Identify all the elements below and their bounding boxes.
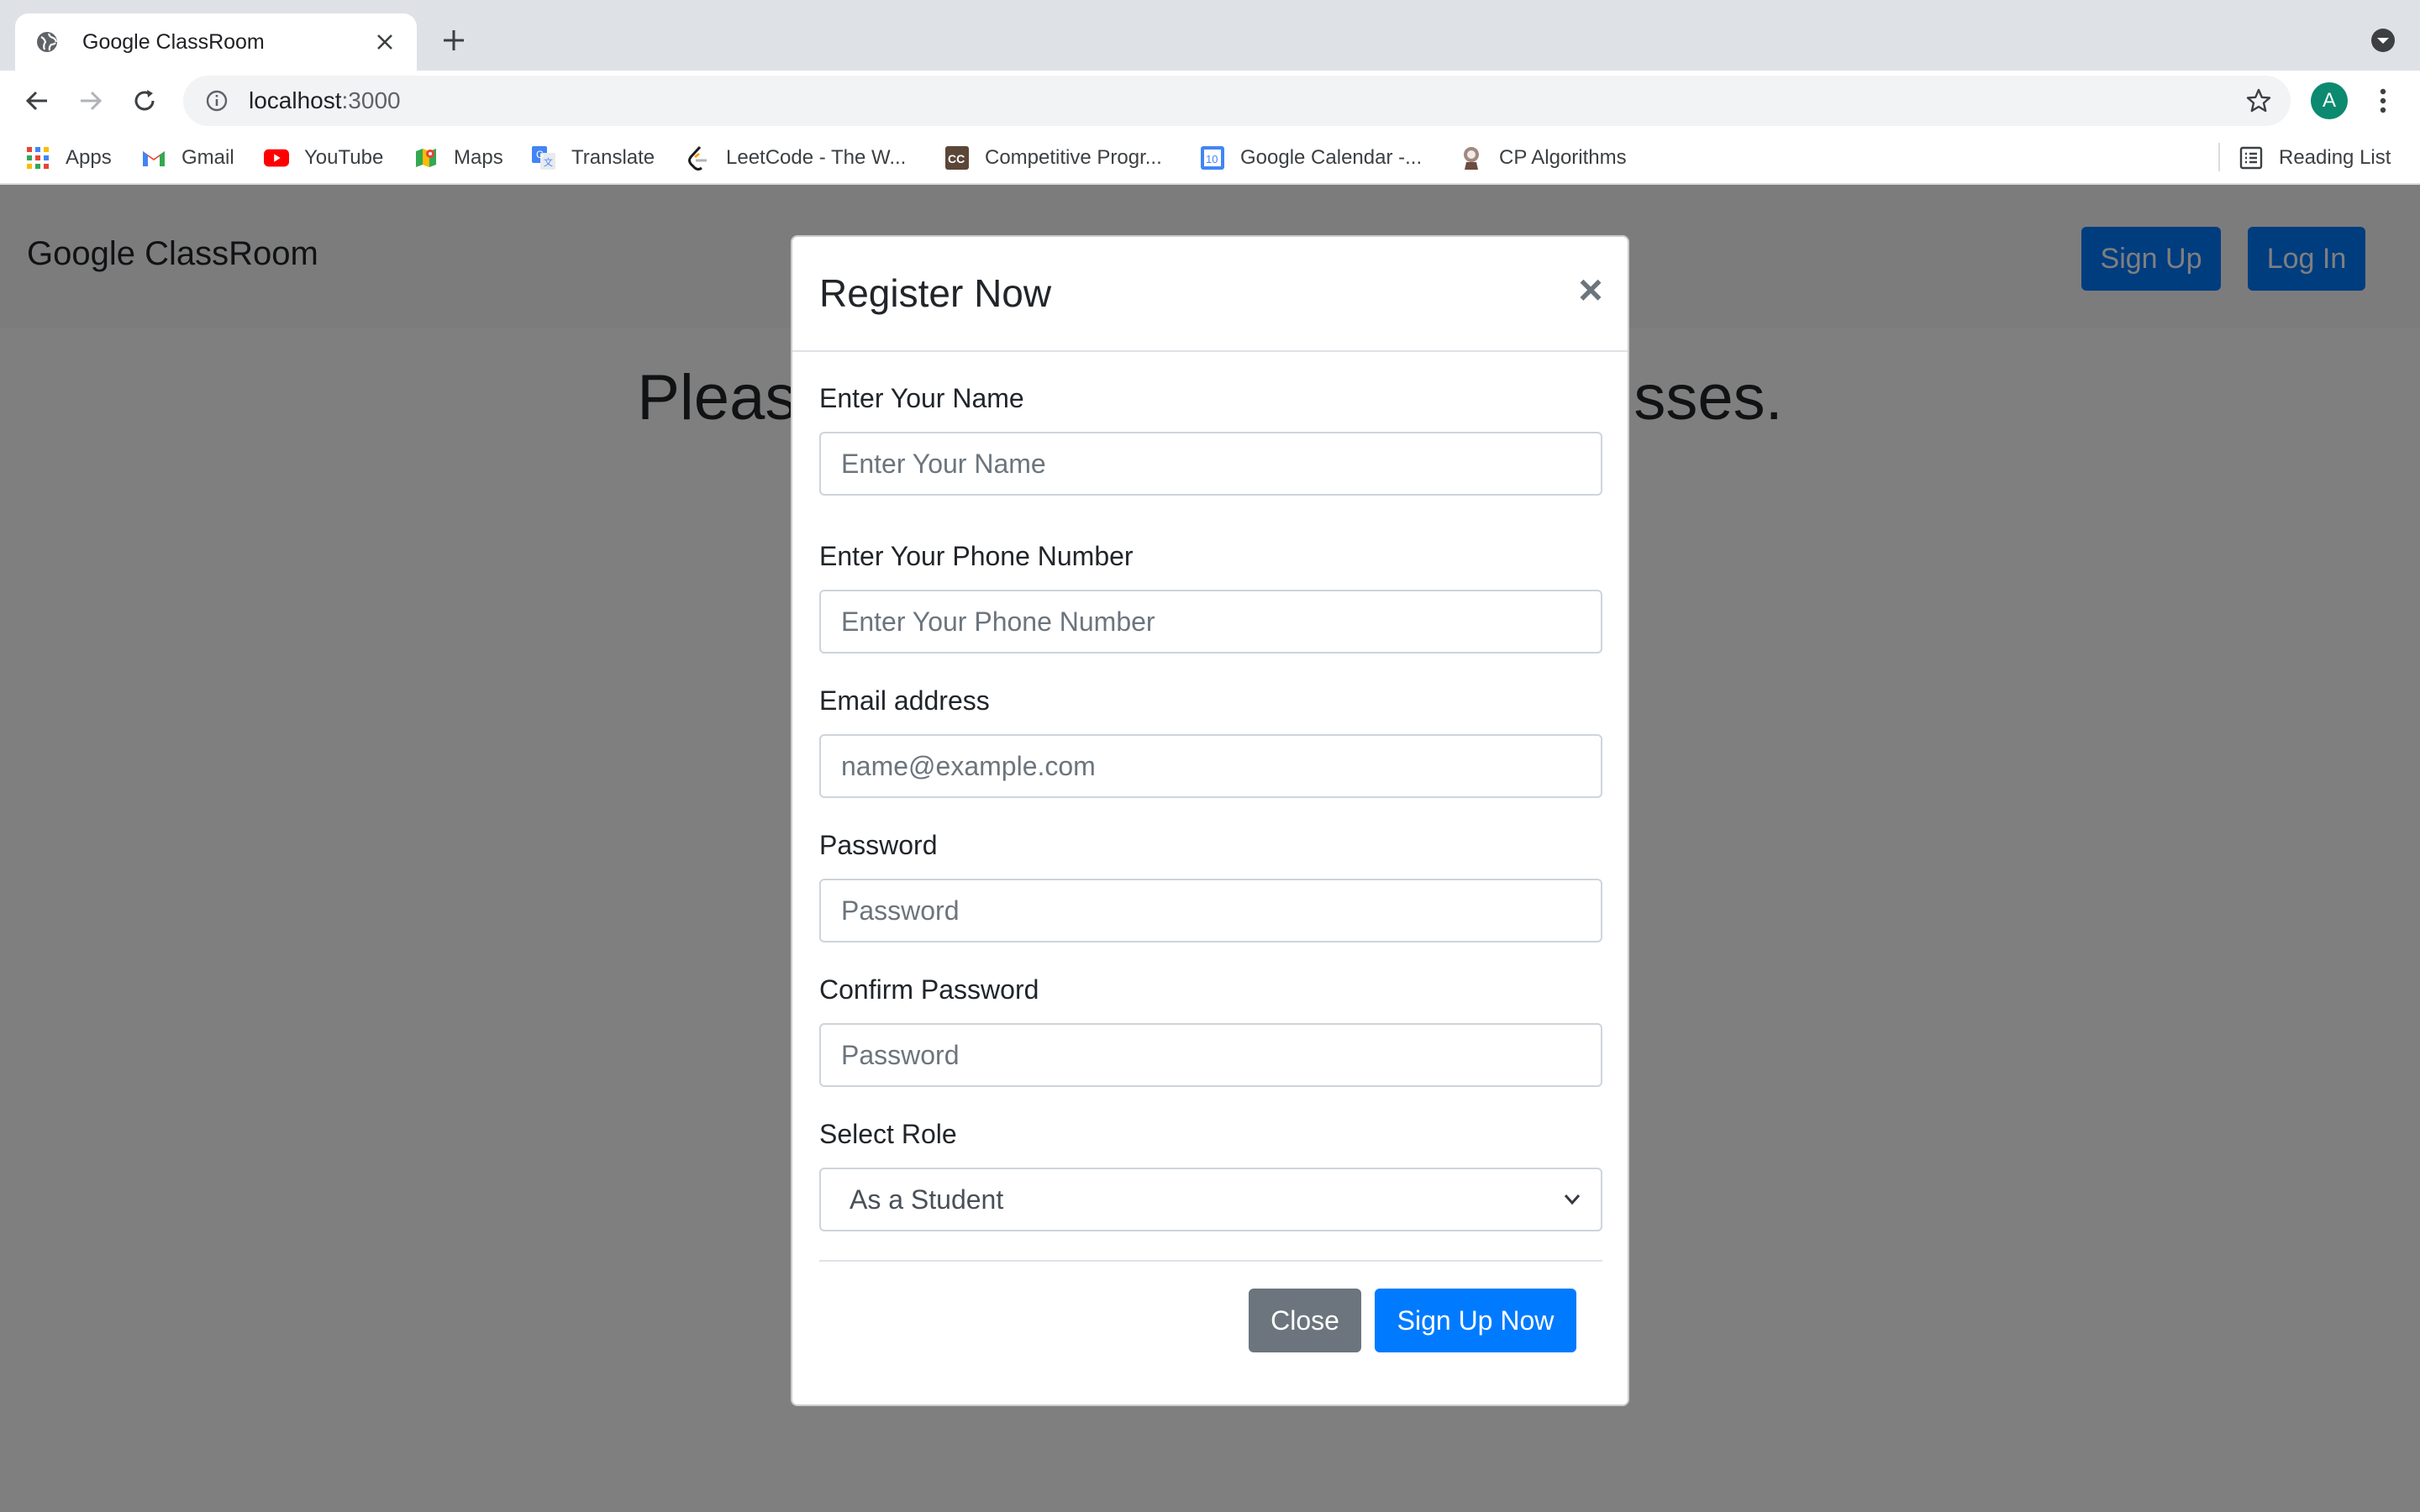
gmail-icon xyxy=(141,145,166,171)
globe-icon xyxy=(34,29,60,55)
register-modal: Register Now × Enter Your Name Enter You… xyxy=(791,235,1629,1406)
modal-footer-divider xyxy=(819,1260,1602,1262)
bookmark-translate[interactable]: G文 Translate xyxy=(531,141,655,175)
close-tab-icon[interactable] xyxy=(371,29,398,55)
role-select[interactable]: As a Student xyxy=(819,1168,1602,1231)
youtube-icon xyxy=(264,145,289,171)
password-input[interactable] xyxy=(819,879,1602,942)
role-select-value: As a Student xyxy=(850,1184,1004,1215)
maps-icon xyxy=(413,145,439,171)
tab-title: Google ClassRoom xyxy=(82,29,265,54)
bookmark-google-calendar[interactable]: 10 Google Calendar -... xyxy=(1200,141,1422,175)
bookmark-codechef[interactable]: CC Competitive Progr... xyxy=(944,141,1162,175)
profile-avatar[interactable]: A xyxy=(2311,82,2348,119)
close-icon[interactable]: × xyxy=(1574,269,1607,311)
translate-icon: G文 xyxy=(531,145,556,171)
bookmarks-bar: Apps Gmail YouTube Maps G文 Translate Lee… xyxy=(0,131,2420,185)
role-label: Select Role xyxy=(819,1119,957,1149)
reading-list-label: Reading List xyxy=(2279,146,2391,169)
name-input[interactable] xyxy=(819,432,1602,496)
bookmark-label: YouTube xyxy=(304,146,384,169)
confirm-password-label: Confirm Password xyxy=(819,974,1039,1005)
svg-text:G: G xyxy=(536,149,544,160)
bookmark-label: Gmail xyxy=(182,146,234,169)
bookmark-maps[interactable]: Maps xyxy=(413,141,503,175)
address-bar[interactable]: localhost:3000 xyxy=(183,76,2291,126)
sign-up-now-button[interactable]: Sign Up Now xyxy=(1375,1289,1576,1352)
bookmark-cp-algorithms[interactable]: CP Algorithms xyxy=(1459,141,1627,175)
cp-algorithms-icon xyxy=(1459,145,1484,171)
bookmarks-divider xyxy=(2218,143,2220,171)
modal-header: Register Now × xyxy=(792,237,1628,352)
calendar-icon: 10 xyxy=(1200,145,1225,171)
more-menu-icon[interactable] xyxy=(2370,84,2396,118)
bookmark-youtube[interactable]: YouTube xyxy=(264,141,383,175)
bookmark-leetcode[interactable]: LeetCode - The W... xyxy=(686,141,906,175)
phone-label: Enter Your Phone Number xyxy=(819,541,1134,571)
url-host: localhost xyxy=(249,87,342,113)
phone-input[interactable] xyxy=(819,590,1602,654)
svg-text:CC: CC xyxy=(948,152,965,165)
new-tab-icon[interactable] xyxy=(439,25,469,55)
url-text: localhost:3000 xyxy=(249,87,401,114)
bookmark-label: Apps xyxy=(66,146,112,169)
leetcode-icon xyxy=(686,145,711,171)
site-info-icon[interactable] xyxy=(203,87,230,114)
svg-text:文: 文 xyxy=(544,156,553,168)
bookmark-gmail[interactable]: Gmail xyxy=(141,141,234,175)
reload-icon[interactable] xyxy=(128,84,161,118)
reading-list[interactable]: Reading List xyxy=(2238,141,2391,175)
codechef-icon: CC xyxy=(944,145,970,171)
bookmark-label: Translate xyxy=(571,146,655,169)
modal-title: Register Now xyxy=(819,271,1052,315)
bookmark-label: Google Calendar -... xyxy=(1240,146,1423,169)
chevron-down-icon xyxy=(1562,1189,1582,1210)
password-label: Password xyxy=(819,830,938,860)
back-arrow-icon[interactable] xyxy=(20,84,54,118)
svg-text:10: 10 xyxy=(1206,153,1218,165)
forward-arrow-icon[interactable] xyxy=(74,84,108,118)
close-button[interactable]: Close xyxy=(1249,1289,1361,1352)
email-label: Email address xyxy=(819,685,990,716)
url-port: :3000 xyxy=(341,87,401,113)
bookmark-star-icon[interactable] xyxy=(2245,87,2272,114)
confirm-password-input[interactable] xyxy=(819,1023,1602,1087)
bookmark-label: CP Algorithms xyxy=(1499,146,1627,169)
email-input[interactable] xyxy=(819,734,1602,798)
bookmark-label: LeetCode - The W... xyxy=(726,146,907,169)
apps-grid-icon xyxy=(25,145,50,171)
tab-strip: Google ClassRoom xyxy=(0,0,2420,71)
browser-toolbar: localhost:3000 A xyxy=(0,71,2420,131)
name-label: Enter Your Name xyxy=(819,383,1024,413)
bookmark-apps[interactable]: Apps xyxy=(25,141,112,175)
tab-search-icon[interactable] xyxy=(2370,27,2396,54)
reading-list-icon xyxy=(2238,145,2264,171)
bookmark-label: Maps xyxy=(454,146,503,169)
browser-tab[interactable]: Google ClassRoom xyxy=(15,13,417,71)
bookmark-label: Competitive Progr... xyxy=(985,146,1162,169)
